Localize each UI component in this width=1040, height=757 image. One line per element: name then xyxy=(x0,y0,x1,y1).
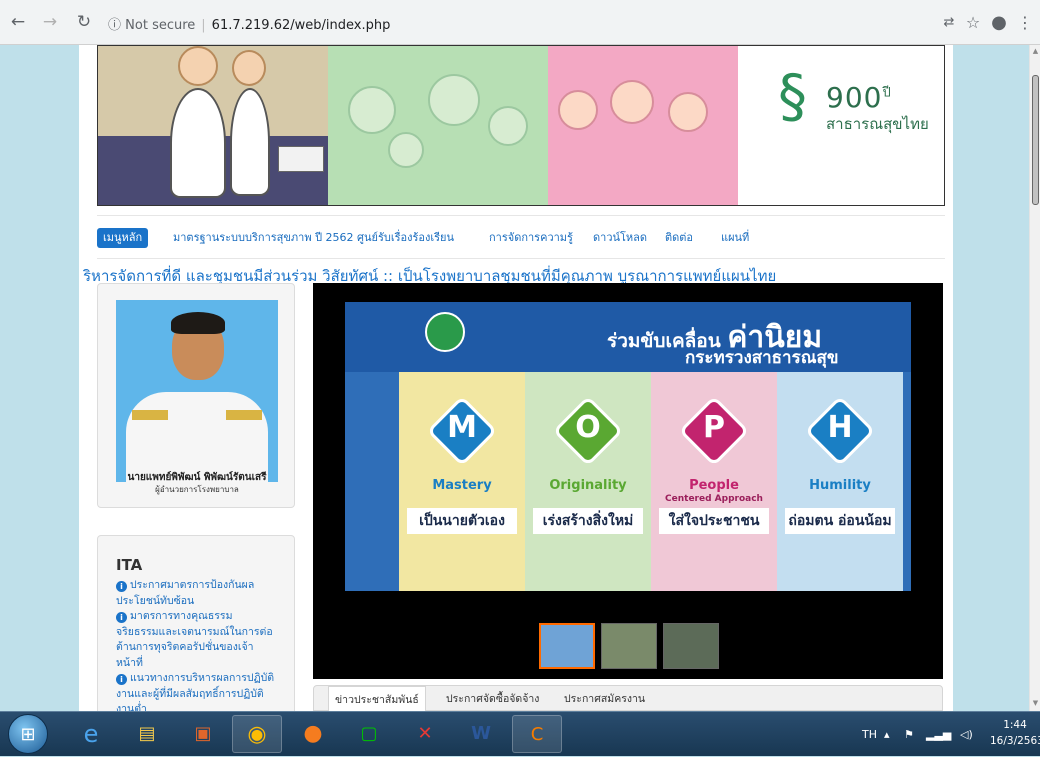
page-container: § 900ปี สาธารณสุขไทย เมนูหลัก มาตรฐานระบ… xyxy=(79,45,953,711)
value-letter: H xyxy=(827,410,853,445)
scroll-down-icon[interactable]: ▼ xyxy=(1031,699,1040,709)
media-player-icon[interactable]: ▣ xyxy=(178,715,228,753)
reload-icon[interactable]: ↻ xyxy=(74,12,94,32)
moph-seal-icon xyxy=(425,312,465,352)
ita-list: i ประกาศมาตรการป้องกันผลประโยชน์ทับซ้อน i… xyxy=(116,578,278,711)
chrome-icon[interactable]: ◉ xyxy=(232,715,282,753)
back-icon[interactable]: ← xyxy=(8,12,28,32)
forward-icon[interactable]: → xyxy=(40,12,60,32)
language-indicator[interactable]: TH xyxy=(862,712,877,757)
slider-thumbnails xyxy=(539,623,729,673)
show-hidden-icons-icon[interactable]: ▴ xyxy=(884,712,890,757)
profile-icon[interactable]: ● xyxy=(988,12,1010,34)
tab-jobs[interactable]: ประกาศสมัครงาน xyxy=(564,686,645,711)
word-icon[interactable]: W xyxy=(456,715,506,753)
security-label: Not secure xyxy=(125,18,196,33)
file-explorer-icon[interactable]: ▤ xyxy=(122,715,172,753)
bookmark-star-icon[interactable]: ☆ xyxy=(962,12,984,34)
info-icon: i xyxy=(116,612,127,623)
slider-thumbnail[interactable] xyxy=(539,623,595,669)
clock-time: 1:44 xyxy=(1003,719,1027,731)
url-separator: | xyxy=(201,18,206,33)
scroll-up-icon[interactable]: ▲ xyxy=(1031,47,1040,57)
news-tabs: ข่าวประชาสัมพันธ์ ประกาศจัดซื้อจัดจ้าง ป… xyxy=(313,685,943,711)
slider-thumbnail[interactable] xyxy=(663,623,719,669)
ita-title: ITA xyxy=(116,556,143,574)
tab-procurement[interactable]: ประกาศจัดซื้อจัดจ้าง xyxy=(446,686,539,711)
anniversary-text: สาธารณสุขไทย xyxy=(826,115,929,133)
web-viewport: § 900ปี สาธารณสุขไทย เมนูหลัก มาตรฐานระบ… xyxy=(0,45,1029,711)
value-th: ใส่ใจประชาชน xyxy=(659,508,769,534)
anniversary-number: 900ปี xyxy=(826,81,892,114)
menu-item-complaints[interactable]: ศูนย์รับเรื่องร้องเรียน xyxy=(357,228,454,248)
ita-item[interactable]: i แนวทางการบริหารผลการปฏิบัติงานและผู้ที่… xyxy=(116,671,278,711)
slide-subheading: กระทรวงสาธารณสุข xyxy=(685,348,839,368)
volume-icon[interactable]: ◁) xyxy=(960,712,973,757)
menu-item-download[interactable]: ดาวน์โหลด xyxy=(593,228,647,248)
info-icon[interactable]: ⓘ xyxy=(108,18,121,33)
caduceus-icon: § xyxy=(778,62,807,130)
slide-image[interactable]: ร่วมขับเคลื่อน ค่านิยม กระทรวงสาธารณสุข … xyxy=(345,302,911,591)
ita-item[interactable]: i มาตรการทางคุณธรรม จริยธรรมและเจตนารมณ์ใ… xyxy=(116,609,278,671)
start-button[interactable]: ⊞ xyxy=(8,714,48,754)
nurse-illustration xyxy=(232,50,266,86)
banner-nurses-panel xyxy=(548,46,738,205)
internet-explorer-icon[interactable]: e xyxy=(66,715,116,753)
main-menu: เมนูหลัก มาตรฐานระบบบริการสุขภาพ ปี 2562… xyxy=(97,215,945,259)
pdf-tool-icon[interactable]: ✕ xyxy=(400,715,450,753)
info-icon: i xyxy=(116,674,127,685)
value-en-sub: Centered Approach xyxy=(665,494,763,504)
taskbar: ⊞ e ▤ ▣ ◉ ● ▢ ✕ W C TH ▴ ⚑ ▂▃▅ ◁) 1:44 1… xyxy=(0,711,1040,756)
director-title: ผู้อำนวยการโรงพยาบาล xyxy=(155,485,239,494)
translate-icon[interactable]: ⇄ xyxy=(938,12,960,34)
value-th: เร่งสร้างสิ่งใหม่ xyxy=(533,508,643,534)
clock-date: 16/3/2563 xyxy=(990,735,1040,747)
network-icon[interactable]: ▂▃▅ xyxy=(926,712,951,757)
address-bar[interactable]: ⓘ Not secure | 61.7.219.62/web/index.php xyxy=(108,14,928,38)
system-clock[interactable]: 1:44 16/3/2563 xyxy=(990,717,1040,749)
value-column-p: P People Centered Approach ใส่ใจประชาชน xyxy=(651,372,777,591)
director-card: นายแพทย์พิพัฒน์ พิพัฒน์รัตนเสรี ผู้อำนวย… xyxy=(97,283,295,508)
value-column-h: H Humility ถ่อมตน อ่อนน้อม xyxy=(777,372,903,591)
value-letter: P xyxy=(703,410,725,445)
menu-item-map[interactable]: แผนที่ xyxy=(721,228,749,248)
ambulance-illustration xyxy=(278,146,324,172)
pdf-creator-icon[interactable]: C xyxy=(512,715,562,753)
page-scrollbar[interactable]: ▲ ▼ xyxy=(1029,45,1040,711)
banner-doctors-panel xyxy=(98,46,328,205)
value-letter: M xyxy=(447,410,477,445)
info-icon: i xyxy=(116,581,127,592)
menu-item-home[interactable]: เมนูหลัก xyxy=(97,228,149,248)
ita-card: ITA i ประกาศมาตรการป้องกันผลประโยชน์ทับซ้… xyxy=(97,535,295,711)
doctor-illustration xyxy=(178,46,218,86)
slider-thumbnail[interactable] xyxy=(601,623,657,669)
value-column-o: O Originality เร่งสร้างสิ่งใหม่ xyxy=(525,372,651,591)
menu-item-contact[interactable]: ติดต่อ xyxy=(665,228,693,248)
tab-news[interactable]: ข่าวประชาสัมพันธ์ xyxy=(328,686,426,711)
menu-item-standards[interactable]: มาตรฐานระบบบริการสุขภาพ ปี 2562 xyxy=(173,228,354,248)
ita-item[interactable]: i ประกาศมาตรการป้องกันผลประโยชน์ทับซ้อน xyxy=(116,578,278,609)
firefox-icon[interactable]: ● xyxy=(288,715,338,753)
value-en: People xyxy=(689,478,739,493)
banner-family-panel xyxy=(328,46,548,205)
value-th: เป็นนายตัวเอง xyxy=(407,508,517,534)
menu-item-knowledge[interactable]: การจัดการความรู้ xyxy=(489,228,573,248)
value-column-m: M Mastery เป็นนายตัวเอง xyxy=(399,372,525,591)
menu-kebab-icon[interactable]: ⋮ xyxy=(1014,12,1036,34)
url-text: 61.7.219.62/web/index.php xyxy=(211,18,391,33)
scrollbar-thumb[interactable] xyxy=(1032,75,1039,205)
director-photo xyxy=(116,300,278,482)
browser-toolbar: ← → ↻ ⓘ Not secure | 61.7.219.62/web/index… xyxy=(0,0,1040,45)
value-en: Humility xyxy=(809,478,871,493)
line-icon[interactable]: ▢ xyxy=(344,715,394,753)
value-en: Originality xyxy=(549,478,627,493)
value-letter: O xyxy=(575,410,601,445)
flag-icon[interactable]: ⚑ xyxy=(904,712,914,757)
image-slider: ร่วมขับเคลื่อน ค่านิยม กระทรวงสาธารณสุข … xyxy=(313,283,943,679)
value-en: Mastery xyxy=(432,478,492,493)
value-th: ถ่อมตน อ่อนน้อม xyxy=(785,508,895,534)
header-banner: § 900ปี สาธารณสุขไทย xyxy=(97,45,945,206)
